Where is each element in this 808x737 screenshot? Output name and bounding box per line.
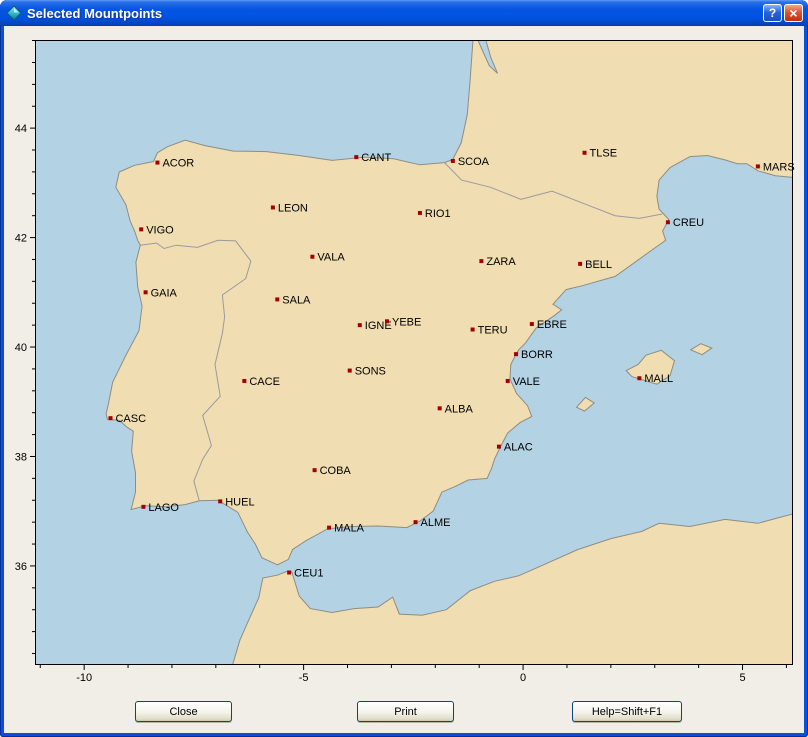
titlebar[interactable]: Selected Mountpoints ? × (0, 0, 808, 26)
station-label: BELL (585, 259, 612, 271)
x-axis-tick-label: -5 (299, 672, 309, 684)
station-marker (497, 445, 501, 449)
station-label: MALA (334, 523, 365, 535)
station-marker (578, 262, 582, 266)
station-marker (666, 220, 670, 224)
station-label: SONS (355, 366, 386, 378)
station-label: GAIA (151, 287, 178, 299)
station-label: VALE (513, 376, 540, 388)
station-marker (313, 468, 317, 472)
window: Selected Mountpoints ? × -10 -5 0 5 36 38 40 42… (0, 0, 808, 737)
station-label: COBA (320, 465, 352, 477)
station-label: EBRE (537, 319, 567, 331)
client-area: -10 -5 0 5 36 38 40 42 44 ACOR CANT SCOA TLSE MARS VIG… (4, 26, 804, 733)
station-label: CASC (115, 413, 146, 425)
close-icon[interactable]: × (784, 4, 803, 22)
station-marker (310, 255, 314, 259)
station-marker (514, 352, 518, 356)
station-label: ZARA (486, 256, 516, 268)
station-label: ALME (421, 517, 451, 529)
station-label: CREU (673, 217, 704, 229)
station-label: RIO1 (425, 208, 451, 220)
station-label: CANT (361, 152, 391, 164)
close-action-button[interactable]: Close (135, 701, 232, 722)
station-marker (348, 369, 352, 373)
station-marker (108, 416, 112, 420)
x-axis-tick-label: 0 (520, 672, 526, 684)
station-marker (144, 290, 148, 294)
y-axis-tick-label: 40 (15, 342, 27, 354)
station-marker (418, 211, 422, 215)
station-marker (218, 499, 222, 503)
station-marker (354, 155, 358, 159)
station-label: HUEL (225, 496, 254, 508)
station-label: LEON (278, 202, 308, 214)
station-marker (530, 322, 534, 326)
station-marker (414, 520, 418, 524)
help-hint-button[interactable]: Help=Shift+F1 (572, 701, 682, 722)
station-marker (275, 297, 279, 301)
station-label: BORR (521, 349, 553, 361)
station-marker (756, 164, 760, 168)
station-marker (479, 259, 483, 263)
station-marker (583, 151, 587, 155)
station-label: MARS (763, 161, 795, 173)
station-marker (358, 323, 362, 327)
x-axis-tick-label: -10 (76, 672, 92, 684)
station-label: VALA (317, 252, 345, 264)
station-marker (155, 161, 159, 165)
station-label: MALL (644, 373, 673, 385)
map-plot: -10 -5 0 5 36 38 40 42 44 ACOR CANT SCOA TLSE MARS VIG… (4, 26, 804, 694)
station-label: ALAC (504, 442, 533, 454)
y-axis-tick-label: 38 (15, 451, 27, 463)
y-axis-tick-label: 42 (15, 233, 27, 245)
station-label: CACE (249, 376, 280, 388)
station-marker (327, 526, 331, 530)
station-label: ACOR (162, 158, 194, 170)
station-marker (242, 379, 246, 383)
station-label: YEBE (392, 316, 421, 328)
print-button[interactable]: Print (357, 701, 454, 722)
station-marker (271, 205, 275, 209)
station-label: SCOA (458, 156, 490, 168)
station-marker (637, 376, 641, 380)
station-marker (141, 505, 145, 509)
station-marker (139, 227, 143, 231)
app-icon (6, 5, 22, 21)
station-label: ALBA (445, 403, 474, 415)
window-title: Selected Mountpoints (27, 6, 162, 21)
station-label: CEU1 (294, 568, 323, 580)
station-marker (287, 571, 291, 575)
station-marker (451, 159, 455, 163)
station-label: LAGO (148, 502, 179, 514)
y-axis-tick-label: 36 (15, 561, 27, 573)
y-axis-tick-label: 44 (15, 123, 27, 135)
station-marker (385, 319, 389, 323)
help-button[interactable]: ? (763, 4, 782, 22)
station-label: VIGO (146, 224, 174, 236)
titlebar-buttons: ? × (763, 4, 803, 22)
station-label: TERU (478, 325, 508, 337)
x-axis-tick-label: 5 (739, 672, 745, 684)
station-label: SALA (282, 294, 311, 306)
station-marker (506, 379, 510, 383)
station-marker (471, 328, 475, 332)
station-marker (438, 406, 442, 410)
station-label: TLSE (590, 148, 618, 160)
